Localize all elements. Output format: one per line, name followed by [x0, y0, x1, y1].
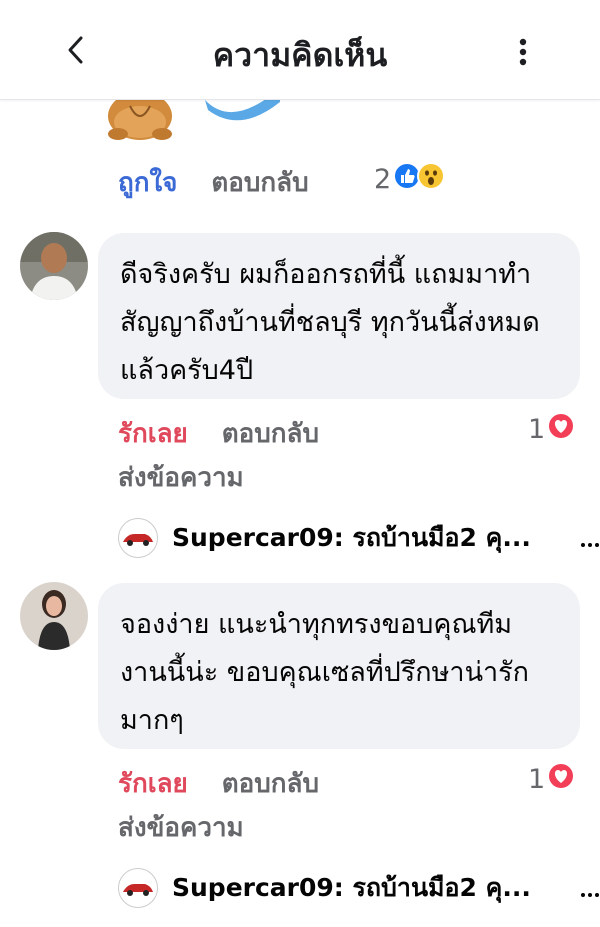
- reaction-count: 2: [374, 164, 392, 195]
- reaction-count: 1: [528, 414, 546, 445]
- commenter-avatar[interactable]: [20, 582, 88, 650]
- reply-preview[interactable]: Supercar09: รถบ้านมือ2 คุ...: [118, 516, 600, 560]
- reply-preview[interactable]: Supercar09: รถบ้านมือ2 คุ...: [118, 866, 600, 910]
- wow-reaction-icon: [417, 162, 446, 197]
- reply-button[interactable]: ตอบกลับ: [222, 413, 319, 454]
- comment-bubble: จองง่าย แนะนำทุกทรงขอบคุณทีมงานนี้น่ะ ขอ…: [98, 583, 580, 749]
- send-message-button[interactable]: ส่งข้อความ: [118, 807, 244, 848]
- page-avatar: [118, 868, 158, 908]
- reaction-summary[interactable]: 1: [528, 412, 576, 447]
- page-avatar: [118, 518, 158, 558]
- comment-bubble: ดีจริงครับ ผมก็ออกรถที่นี้ แถมมาทำสัญญาถ…: [98, 233, 580, 399]
- comment-actions: รักเลย ตอบกลับ: [118, 763, 319, 804]
- comment-text: ดีจริงครับ ผมก็ออกรถที่นี้ แถมมาทำสัญญาถ…: [120, 259, 540, 386]
- reaction-summary[interactable]: 2: [374, 162, 446, 197]
- love-button[interactable]: รักเลย: [118, 413, 188, 454]
- comment-text: จองง่าย แนะนำทุกทรงขอบคุณทีมงานนี้น่ะ ขอ…: [120, 609, 530, 736]
- sticker-image: [100, 96, 280, 146]
- comment-actions: รักเลย ตอบกลับ: [118, 413, 319, 454]
- love-button[interactable]: รักเลย: [118, 763, 188, 804]
- send-message-button[interactable]: ส่งข้อความ: [118, 457, 244, 498]
- more-dots-icon[interactable]: [580, 528, 600, 548]
- love-reaction-icon: [547, 762, 576, 797]
- top-comment-actions: ถูกใจ ตอบกลับ: [118, 162, 309, 203]
- reaction-summary[interactable]: 1: [528, 762, 576, 797]
- reaction-count: 1: [528, 764, 546, 795]
- reply-button[interactable]: ตอบกลับ: [211, 162, 308, 203]
- reply-preview-text: Supercar09: รถบ้านมือ2 คุ...: [172, 523, 531, 552]
- love-reaction-icon: [547, 412, 576, 447]
- more-options-icon[interactable]: [508, 32, 538, 72]
- commenter-avatar[interactable]: [20, 232, 88, 300]
- more-dots-icon[interactable]: [580, 878, 600, 898]
- reply-preview-text: Supercar09: รถบ้านมือ2 คุ...: [172, 873, 531, 902]
- reply-button[interactable]: ตอบกลับ: [222, 763, 319, 804]
- like-button[interactable]: ถูกใจ: [118, 162, 177, 203]
- top-bar: ความคิดเห็น: [0, 0, 600, 100]
